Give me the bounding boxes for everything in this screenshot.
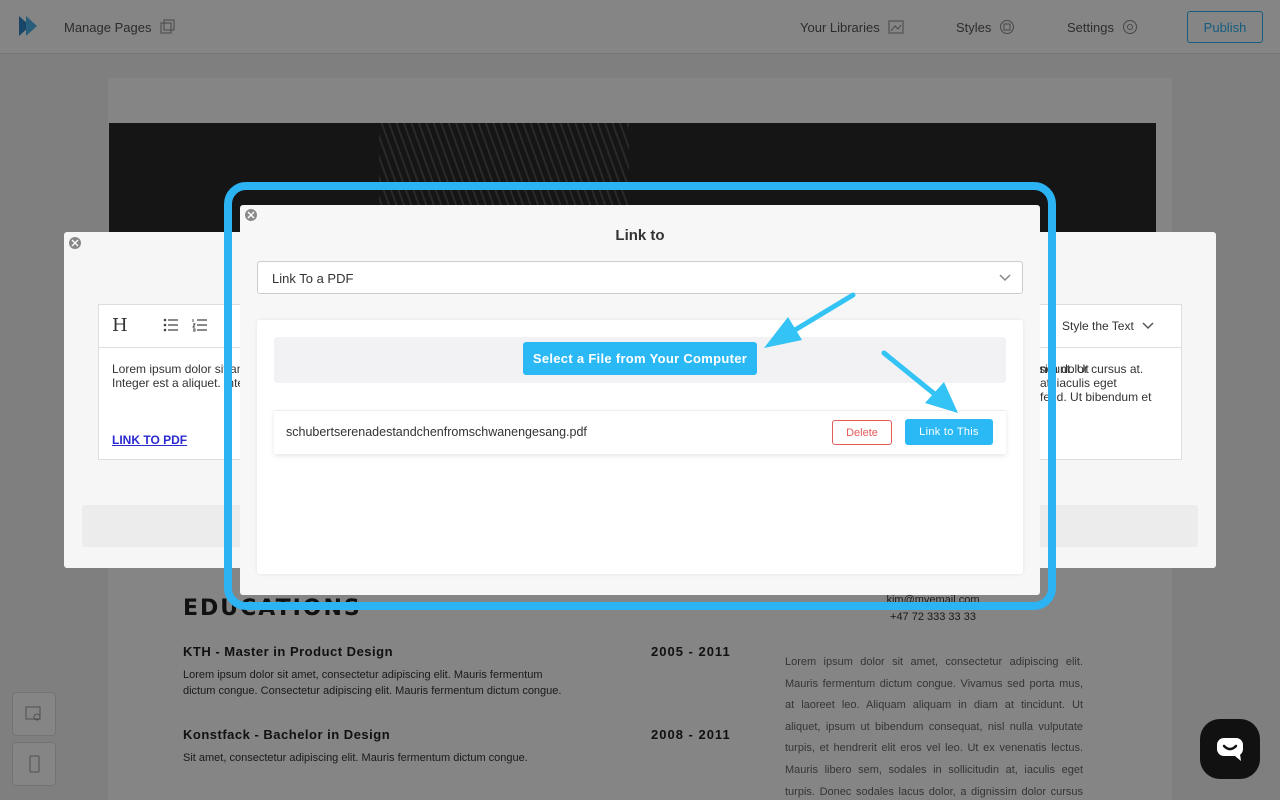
chevron-down-icon bbox=[1142, 322, 1154, 330]
select-file-button[interactable]: Select a File from Your Computer bbox=[523, 342, 757, 375]
close-icon bbox=[71, 239, 79, 247]
link-to-this-button[interactable]: Link to This bbox=[905, 419, 993, 445]
link-to-pdf-text[interactable]: LINK TO PDF bbox=[112, 433, 187, 447]
heading-tool-button[interactable]: H bbox=[112, 315, 128, 336]
numbered-list-icon[interactable] bbox=[192, 318, 208, 332]
link-type-value: Link To a PDF bbox=[272, 271, 354, 286]
file-name: schubertserenadestandchenfromschwanenges… bbox=[286, 425, 587, 439]
chevron-down-icon bbox=[999, 274, 1011, 282]
chat-icon bbox=[1217, 738, 1243, 761]
chat-widget-button[interactable] bbox=[1200, 719, 1260, 779]
editor-modal-close-button[interactable] bbox=[69, 237, 81, 249]
link-type-select[interactable] bbox=[257, 261, 1023, 294]
bullet-list-icon[interactable] bbox=[163, 318, 179, 332]
editor-text-right: ndunt. Ut at, iaculis eget fend. Ut bibe… bbox=[1040, 362, 1152, 404]
link-modal-title: Link to bbox=[615, 227, 665, 244]
delete-file-button[interactable]: Delete bbox=[832, 420, 892, 445]
link-modal-close-button[interactable] bbox=[245, 209, 257, 221]
close-icon bbox=[247, 211, 255, 219]
style-text-dropdown[interactable]: Style the Text bbox=[1062, 319, 1154, 333]
style-text-label: Style the Text bbox=[1062, 319, 1134, 333]
